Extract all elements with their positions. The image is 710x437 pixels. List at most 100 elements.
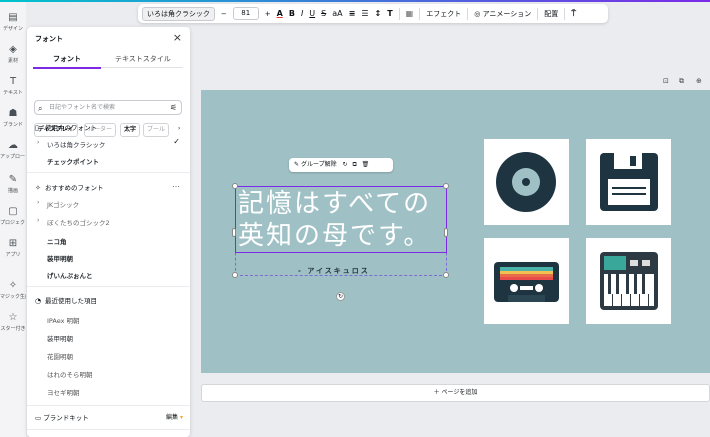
font-item[interactable]: いろは角クラシック [47,139,105,149]
apps-icon: ⊞ [8,238,18,249]
brand-kit-icon: ▭ [35,414,44,422]
group-toolbar: ✎ グループ解除 ↻ ⧉ 🗑 [289,158,393,172]
font-item[interactable]: ニコ角 [47,236,67,246]
trash-icon[interactable]: 🗑 [362,161,370,168]
font-item[interactable]: 装甲明朝 [47,333,73,343]
brand-kit-row[interactable]: ▭ ブランドキット 編集 ▾ [35,412,183,422]
strikethrough-button[interactable]: S [321,9,326,18]
tab-text-styles[interactable]: テキストスタイル [115,54,171,64]
paint-format-button[interactable]: ⍑ [571,9,576,19]
tab-fonts[interactable]: フォント [53,54,81,64]
rail-apps[interactable]: ⊞ アプリ [0,238,26,258]
top-accent-bar [0,0,710,2]
font-size-control: − 81 + [221,7,271,20]
bold-button[interactable]: B [289,9,295,18]
close-icon[interactable]: × [173,31,182,44]
toolbar-divider [419,7,421,20]
font-item[interactable]: IPAex 明朝 [47,315,80,325]
rail-brand[interactable]: ☗ ブランド [0,108,26,128]
more-icon[interactable]: … [172,180,180,189]
italic-button[interactable]: I [301,9,303,18]
rail-starred[interactable]: ☆ スター付き [0,312,26,332]
lock-icon[interactable]: ⊡ [663,77,669,85]
text-color-button[interactable]: A [277,9,283,18]
font-item[interactable]: 装甲明朝 [47,253,73,263]
elements-icon: ◈ [9,44,17,55]
resize-handle[interactable] [232,228,236,237]
search-placeholder: 日記やフォント名で検索 [49,104,116,111]
rail-projects[interactable]: ▢プロジェクト [0,206,26,226]
list-button[interactable]: ☰ [361,9,368,18]
filter-icon[interactable]: ⚟ [170,101,177,114]
left-rail: ▤デザイン ◈素材 Tテキスト ☗ブランド ☁アップロード ✎描画 ▢プロジェク… [0,2,26,437]
document-icon: ▯ [35,124,39,132]
font-item[interactable]: 花園明朝 [47,351,73,361]
expand-icon[interactable]: › [37,199,39,206]
font-family-dropdown[interactable]: いろは角クラシック [142,6,215,21]
resize-handle[interactable] [443,272,449,278]
font-size-input[interactable]: 81 [232,7,259,20]
rail-draw[interactable]: ✎ 描画 [0,174,26,194]
chips-next-icon[interactable]: › [175,123,183,137]
underline-button[interactable]: U [309,9,315,18]
vinyl-record-card[interactable] [484,139,569,225]
add-page-icon[interactable]: ⊕ [696,77,702,85]
font-item[interactable]: ヨセギ明朝 [47,387,80,397]
transparency-icon[interactable]: ▦ [406,9,414,18]
position-button[interactable]: 配置 [544,9,558,19]
divider [27,429,190,430]
text-icon: T [9,76,17,87]
rail-upload[interactable]: ☁アップロード [0,140,26,160]
font-item[interactable]: チェックポイント [47,156,99,166]
floppy-disk-card[interactable] [586,139,671,225]
section-history: ◔ 最近使用した項目 [35,297,97,305]
duplicate-icon[interactable]: ⧉ [352,161,356,168]
font-panel: フォント × フォント テキストスタイル ⌕ 日記やフォント名で検索 ⚟ ディス… [27,27,190,437]
magic-icon[interactable]: ✎ [294,161,301,168]
chip-bold[interactable]: 太字 [120,123,141,137]
star-icon: ☆ [8,312,18,323]
spacing-button[interactable]: ↕ [374,9,381,18]
rail-elements[interactable]: ◈ 素材 [0,44,26,64]
quote-text[interactable]: 記憶はすべての 英知の母です。 [238,188,431,252]
font-item[interactable]: げいんぷぉんと [47,270,93,280]
case-button[interactable]: aA [332,9,342,18]
size-decrease-button[interactable]: − [221,10,227,18]
cassette-card[interactable] [484,238,569,324]
upload-icon: ☁ [8,140,18,151]
expand-icon[interactable]: › [37,217,39,224]
ungroup-button[interactable]: グループ解除 [301,161,337,168]
duplicate-icon[interactable]: ⧉ [679,77,684,86]
brand-icon: ☗ [8,108,18,119]
rail-magic[interactable]: ✧マジック生成 [0,280,26,300]
resize-handle[interactable] [232,183,238,189]
toolbar-divider [398,7,400,20]
font-search-input[interactable]: ⌕ 日記やフォント名で検索 ⚟ [34,100,182,115]
synthesizer-card[interactable] [586,238,671,324]
rotate-handle-icon[interactable]: ↻ [336,292,345,301]
size-increase-button[interactable]: + [265,10,271,18]
rail-text[interactable]: T テキスト [0,76,26,96]
resize-handle[interactable] [443,183,449,189]
animation-button[interactable]: ◎ アニメーション [474,9,531,19]
font-item[interactable]: JKゴシック [47,199,79,209]
font-item[interactable]: ぼくたちのゴシック2 [47,217,110,227]
rail-design[interactable]: ▤ デザイン [0,12,26,32]
author-text[interactable]: - アイスキュロス [298,266,370,276]
chip-bool[interactable]: ブール [143,123,170,137]
design-icon: ▤ [8,12,18,23]
resize-handle[interactable] [232,272,238,278]
vertical-text-button[interactable]: T [387,9,392,18]
font-item[interactable]: はれのそら明朝 [47,369,93,379]
brand-edit-button[interactable]: 編集 ▾ [166,412,183,421]
text-toolbar: いろは角クラシック − 81 + A B I U S aA ≡ ☰ ↕ T ▦ … [138,4,608,23]
toolbar-divider [537,7,539,20]
magic-icon: ✧ [8,280,18,291]
expand-icon[interactable]: › [37,139,39,146]
panel-tabs: フォント テキストスタイル [33,54,183,68]
align-button[interactable]: ≡ [349,9,356,18]
resize-handle[interactable] [444,228,448,237]
rotate-icon[interactable]: ↻ [343,161,348,168]
add-page-button[interactable]: ＋ ページを追加 [201,384,710,402]
effect-button[interactable]: エフェクト [426,9,461,19]
